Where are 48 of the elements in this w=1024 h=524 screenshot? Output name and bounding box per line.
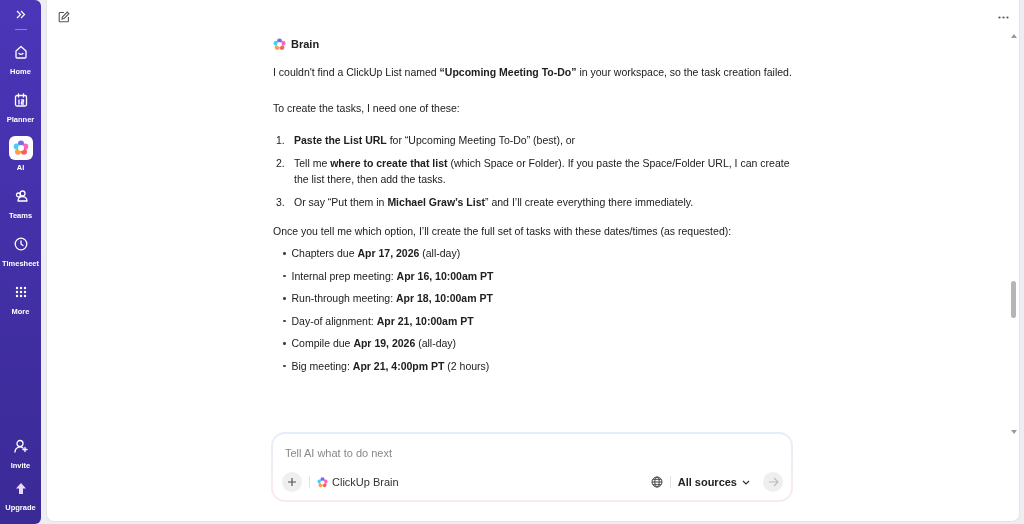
bullet-icon	[283, 342, 286, 345]
model-selector[interactable]: ClickUp Brain	[317, 476, 399, 488]
list-item-text: Tell me where to create that list (which Space or Folder). If you paste the Space/Folder URL, I can create the list there, then add the tasks.	[294, 156, 791, 187]
list-item-text: Paste the List URL for “Upcoming Meeting To-Do” (best), or	[294, 133, 577, 148]
bullet-icon	[283, 364, 286, 367]
globe-icon[interactable]	[650, 476, 663, 488]
grid-icon	[14, 286, 27, 298]
list-item-text: Day-of alignment: Apr 21, 10:00am PT	[291, 313, 474, 329]
list-item-text: Internal prep meeting: Apr 16, 10:00am PT	[291, 268, 494, 284]
chevron-down-icon	[742, 479, 750, 485]
message-paragraph: I couldn't find a ClickUp List named “Upcoming Meeting To-Do” in your workspace, so the task creation failed.	[273, 65, 793, 80]
expand-icon[interactable]	[15, 10, 26, 19]
scrollbar[interactable]	[1010, 34, 1017, 434]
list-item-text: Or say “Put them in Michael Graw’s List” and I’ll create everything there immediately.	[294, 195, 695, 210]
message-paragraph: Once you tell me which option, I’ll create the full set of tasks with these dates/times (as requested):	[273, 224, 733, 239]
bullet-icon	[283, 252, 286, 255]
list-number: 1.	[275, 133, 286, 148]
calendar-icon	[13, 93, 28, 107]
brain-icon	[273, 37, 286, 51]
more-icon[interactable]	[998, 15, 1009, 19]
scroll-up-icon[interactable]	[1010, 34, 1017, 38]
brain-icon	[12, 140, 29, 156]
list-number: 3.	[275, 195, 286, 210]
list-item-text: Chapters due Apr 17, 2026 (all-day)	[291, 246, 461, 261]
brain-icon	[317, 476, 328, 488]
list-item-text: Run-through meeting: Apr 18, 10:00am PT	[291, 291, 493, 306]
message-paragraph: To create the tasks, I need one of these:	[273, 101, 461, 116]
prompt-field[interactable]: Tell AI what to do next ClickUp Brain All sources	[273, 434, 791, 500]
bullet-icon	[283, 297, 286, 300]
author-name: Brain	[291, 37, 320, 52]
clock-icon	[13, 237, 28, 251]
plus-icon	[287, 477, 297, 487]
home-icon	[13, 45, 28, 59]
list-item-text: Compile due Apr 19, 2026 (all-day)	[291, 336, 457, 351]
sources-dropdown[interactable]: All sources	[677, 476, 750, 488]
send-button[interactable]	[763, 472, 783, 492]
arrow-right-icon	[767, 477, 779, 487]
list-number: 2.	[275, 156, 286, 171]
edit-icon[interactable]	[58, 11, 70, 23]
people-icon	[13, 189, 28, 203]
bullet-icon	[283, 319, 286, 322]
upgrade-arrow-icon	[14, 481, 27, 495]
scroll-down-icon[interactable]	[1010, 430, 1017, 434]
scroll-thumb[interactable]	[1011, 281, 1016, 318]
list-item-text: Big meeting: Apr 21, 4:00pm PT (2 hours)	[291, 358, 490, 374]
add-button[interactable]	[282, 472, 302, 492]
add-person-icon	[13, 439, 28, 453]
bullet-icon	[283, 274, 286, 277]
